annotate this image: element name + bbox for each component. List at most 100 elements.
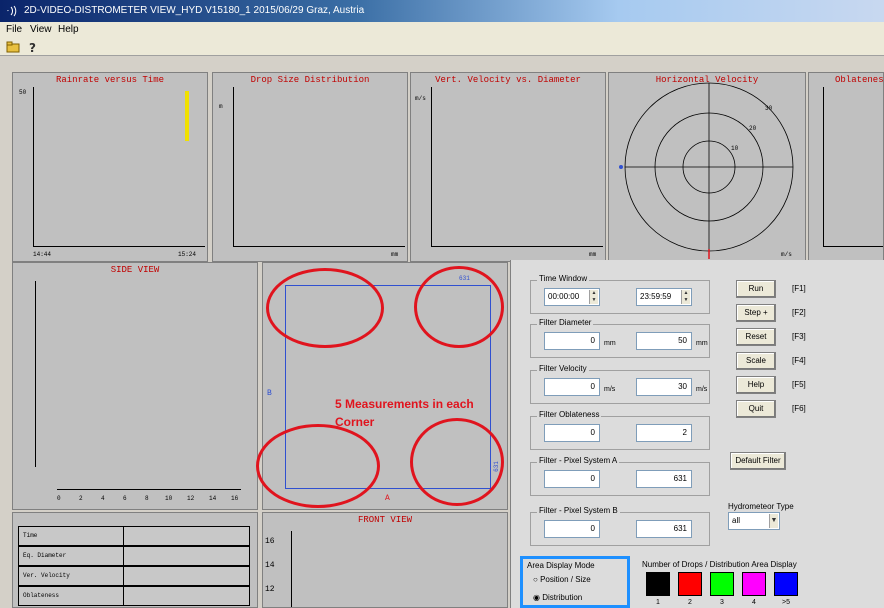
ring-label-30: 30 [765,105,773,112]
horizontal-velocity-panel: Horizontal Velocity 10 20 30 m/s [608,72,806,262]
horiz-vel-unit: m/s [781,251,792,258]
front-view-title: FRONT VIEW [357,515,412,525]
dsd-xunit: mm [391,251,399,258]
rainrate-panel: Rainrate versus Time 50 14:44 15:24 [12,72,208,262]
help-icon[interactable]: ? [26,40,40,55]
help-key: [F5] [792,380,806,389]
chevron-down-icon[interactable]: ▼ [769,514,778,528]
velocity-min-unit: m/s [604,386,616,393]
color-swatch-label: 3 [720,599,724,606]
pixel-a-max-input[interactable]: 631 [636,470,692,488]
pixel-b-min-input[interactable]: 0 [544,520,600,538]
quit-button[interactable]: Quit [736,400,776,418]
dsd-panel: Drop Size Distribution m mm [212,72,408,262]
radio-distribution[interactable]: ◉ Distribution [533,593,582,602]
front-y-14: 14 [265,561,275,570]
camera-a-xlabel: A [385,494,390,503]
reset-key: [F3] [792,332,806,341]
toolbar: ? [0,38,884,56]
run-button[interactable]: Run [736,280,776,298]
diameter-max-input[interactable]: 50 [636,332,692,350]
velocity-max-input[interactable]: 30 [636,378,692,396]
oblateness-title: Oblateness [835,75,884,85]
front-view-yaxis [291,531,295,607]
filter-oblateness-label: Filter Oblateness [537,410,602,419]
filter-diameter-label: Filter Diameter [537,318,594,327]
front-view-panel: FRONT VIEW 16 14 12 [262,512,508,608]
scale-button[interactable]: Scale [736,352,776,370]
filter-velocity-label: Filter Velocity [537,364,589,373]
annotation-line-1: 5 Measurements in each [335,397,474,411]
vel-diam-title: Vert. Velocity vs. Diameter [435,75,581,85]
window-title-bar: 2D-VIDEO-DISTROMETER VIEW_HYD V15180_1 2… [0,0,884,22]
diameter-min-unit: mm [604,340,616,347]
oblateness-min-input[interactable]: 0 [544,424,600,442]
menu-bar: File View Help [0,22,884,38]
help-button[interactable]: Help [736,376,776,394]
menu-help[interactable]: Help [58,24,79,35]
color-swatch-5[interactable] [774,572,798,596]
vel-diam-panel: Vert. Velocity vs. Diameter m/s mm [410,72,606,262]
side-x-14: 14 [209,495,217,502]
ring-label-10: 10 [731,145,739,152]
step-button[interactable]: Step + [736,304,776,322]
hydrometeor-type-select[interactable]: all ▼ [728,512,780,530]
info-row-eq-diameter: Eq. Diameter [18,546,250,566]
reset-button[interactable]: Reset [736,328,776,346]
color-swatch-1[interactable] [646,572,670,596]
time-window-label: Time Window [537,274,590,283]
rainrate-xleft: 14:44 [33,251,52,258]
quit-key: [F6] [792,404,806,413]
info-row-oblateness: Oblateness [18,586,250,606]
color-swatch-4[interactable] [742,572,766,596]
annotation-circle-bottom-right [410,418,504,506]
annotation-circle-top-right [414,266,504,348]
oblateness-max-input[interactable]: 2 [636,424,692,442]
dsd-yunit: m [219,103,223,110]
side-x-8: 8 [145,495,149,502]
info-row-ver-velocity: Ver. Velocity [18,566,250,586]
info-row-time: Time [18,526,250,546]
svg-text:?: ? [29,41,36,54]
time-start-spinner[interactable]: ▲ ▼ [589,290,598,304]
annotation-circle-top-left [266,268,384,348]
menu-file[interactable]: File [6,24,22,35]
diameter-min-input[interactable]: 0 [544,332,600,350]
folder-open-icon[interactable] [6,40,20,54]
color-swatch-label: 2 [688,599,692,606]
side-x-2: 2 [79,495,83,502]
menu-view[interactable]: View [30,24,52,35]
hydrometeor-type-label: Hydrometeor Type [728,502,794,511]
step-key: [F2] [792,308,806,317]
time-end-input[interactable]: 23:59:59 ▲ ▼ [636,288,692,306]
vel-diam-plot [431,87,603,247]
color-swatch-label: >5 [782,599,790,606]
velocity-min-input[interactable]: 0 [544,378,600,396]
rainrate-trace [185,91,189,141]
color-swatch-label: 4 [752,599,756,606]
filter-pixel-b-label: Filter - Pixel System B [537,506,620,515]
polar-plot [619,82,794,259]
side-view-panel: SIDE VIEW 0 2 4 6 8 10 12 14 16 [12,262,258,510]
radio-position-size[interactable]: ○ Position / Size [533,575,591,584]
side-view-yaxis [35,281,39,467]
pixel-a-min-input[interactable]: 0 [544,470,600,488]
side-x-10: 10 [165,495,173,502]
color-swatch-2[interactable] [678,572,702,596]
vel-diam-yunit: m/s [415,95,426,102]
front-y-16a: 16 [265,537,275,546]
front-y-12: 12 [265,585,275,594]
time-start-input[interactable]: 00:00:00 ▲ ▼ [544,288,600,306]
annotation-circle-bottom-left [256,424,380,508]
window-title: 2D-VIDEO-DISTROMETER VIEW_HYD V15180_1 2… [24,5,365,16]
default-filter-button[interactable]: Default Filter [730,452,786,470]
dsd-plot [233,87,405,247]
filter-pixel-a-label: Filter - Pixel System A [537,456,620,465]
color-swatch-3[interactable] [710,572,734,596]
rainrate-plot [33,87,205,247]
run-key: [F1] [792,284,806,293]
pixel-b-max-input[interactable]: 631 [636,520,692,538]
time-end-spinner[interactable]: ▲ ▼ [681,290,690,304]
app-icon [6,5,20,17]
vel-diam-xunit: mm [589,251,597,258]
